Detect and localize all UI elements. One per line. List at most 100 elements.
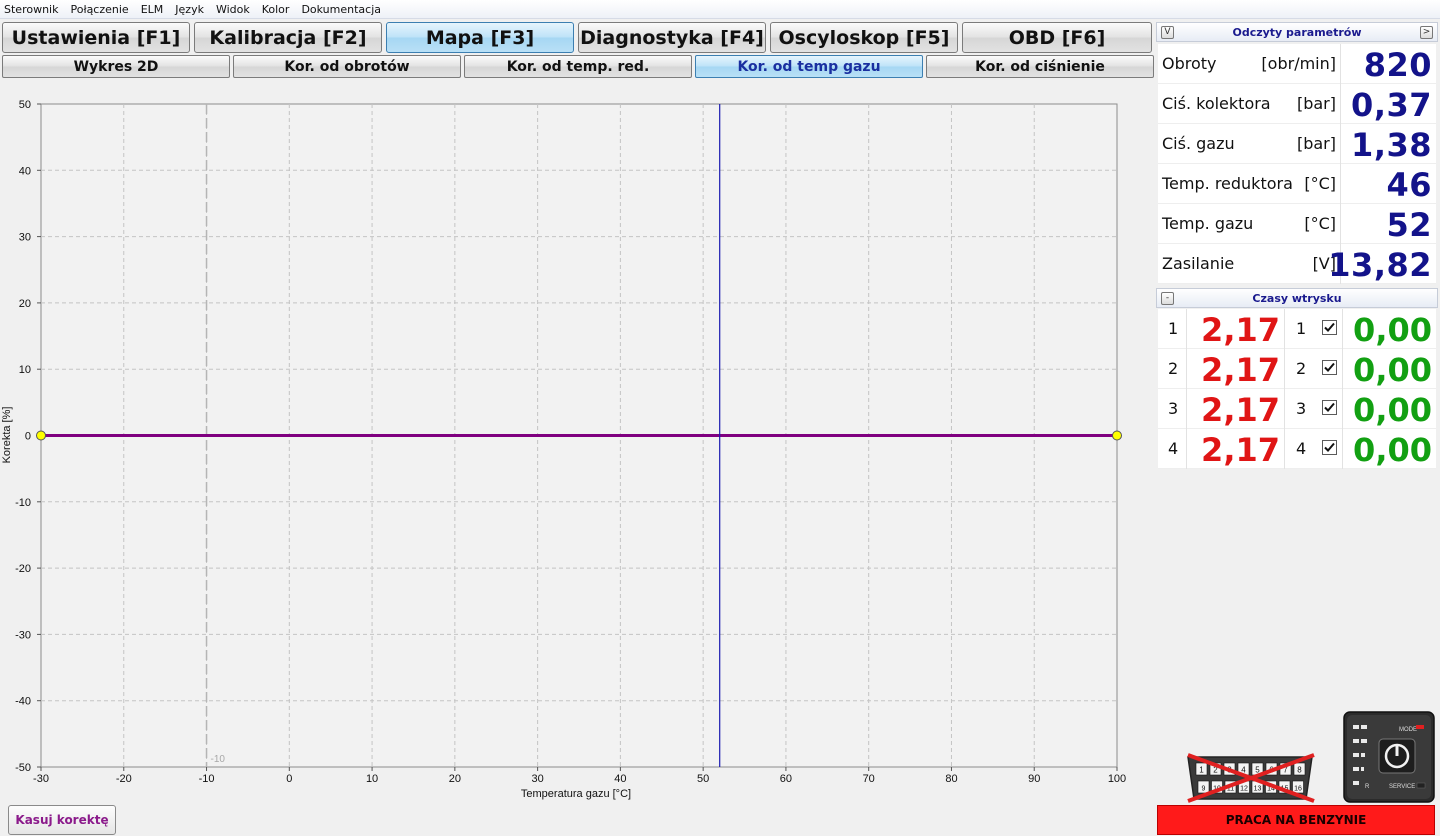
param-unit: [obr/min] (1261, 54, 1336, 73)
param-name: Ciś. kolektora (1162, 94, 1271, 113)
y-tick-label: 0 (25, 431, 31, 443)
x-tick-label: 20 (449, 773, 461, 785)
param-row-temp-gazu: Temp. gazu [°C] 52 (1158, 204, 1436, 244)
tab-ustawienia[interactable]: Ustawienia [F1] (2, 22, 190, 53)
injection-collapse-button[interactable]: - (1161, 292, 1174, 305)
param-row-cis-kolektora: Ciś. kolektora [bar] 0,37 (1158, 84, 1436, 124)
x-tick-label: 60 (780, 773, 792, 785)
x-tick-label: 0 (286, 773, 292, 785)
correction-point[interactable] (1112, 430, 1122, 441)
menu-sterownik[interactable]: Sterownik (4, 3, 58, 16)
x-tick-label: 10 (366, 773, 378, 785)
controller-device-icon: MODE R SERVICE (1343, 711, 1435, 803)
obd-pin-label: 12 (1240, 786, 1248, 793)
injection-row-3: 3 2,17 3 0,00 (1158, 389, 1436, 429)
y-axis-label: Korekta [%] (1, 407, 13, 464)
cylinder-number: 1 (1168, 319, 1179, 338)
param-row-temp-reduktora: Temp. reduktora [°C] 46 (1158, 164, 1436, 204)
tab-obd[interactable]: OBD [F6] (962, 22, 1152, 53)
tab-diagnostyka[interactable]: Diagnostyka [F4] (578, 22, 766, 53)
petrol-injection-time: 2,17 (1201, 311, 1280, 349)
menu-dokumentacja[interactable]: Dokumentacja (301, 3, 381, 16)
param-row-cis-gazu: Ciś. gazu [bar] 1,38 (1158, 124, 1436, 164)
x-tick-label: 70 (863, 773, 875, 785)
subtab-kor-od-cisnienie[interactable]: Kor. od ciśnienie (926, 55, 1154, 78)
tab-oscyloskop[interactable]: Oscyloskop [F5] (770, 22, 958, 53)
tab-kalibracja[interactable]: Kalibracja [F2] (194, 22, 382, 53)
y-tick-label: 30 (19, 232, 31, 244)
param-name: Temp. reduktora (1162, 174, 1293, 193)
subtab-kor-od-temp-red[interactable]: Kor. od temp. red. (464, 55, 692, 78)
params-next-button[interactable]: > (1420, 26, 1433, 39)
param-value: 0,37 (1351, 86, 1432, 124)
y-tick-label: -10 (15, 497, 31, 509)
y-tick-label: 20 (19, 298, 31, 310)
tab-mapa[interactable]: Mapa [F3] (386, 22, 574, 53)
x-tick-label: 50 (697, 773, 709, 785)
y-tick-label: -50 (15, 762, 31, 774)
gas-cylinder-number: 3 (1296, 399, 1307, 418)
obd-pin-label: 1 (1199, 766, 1204, 775)
cylinder-number: 4 (1168, 439, 1179, 458)
menu-bar: Sterownik Połączenie ELM Język Widok Kol… (0, 0, 1440, 19)
injection-row-2: 2 2,17 2 0,00 (1158, 349, 1436, 389)
param-unit: [bar] (1296, 134, 1336, 153)
status-bar: PRACA NA BENZYNIE (1157, 805, 1435, 835)
param-name: Ciś. gazu (1162, 134, 1235, 153)
x-tick-label: -30 (33, 773, 49, 785)
cylinder-number: 3 (1168, 399, 1179, 418)
menu-elm[interactable]: ELM (141, 3, 164, 16)
petrol-injection-time: 2,17 (1201, 391, 1280, 429)
x-tick-label: 30 (531, 773, 543, 785)
petrol-injection-time: 2,17 (1201, 351, 1280, 389)
y-tick-label: -20 (15, 563, 31, 575)
cylinder-enable-checkbox[interactable] (1322, 440, 1337, 455)
param-name: Temp. gazu (1162, 214, 1254, 233)
injection-panel-title: Czasy wtrysku (1252, 291, 1342, 305)
cylinder-enable-checkbox[interactable] (1322, 320, 1337, 335)
subtab-wykres-2d[interactable]: Wykres 2D (2, 55, 230, 78)
obd-pin-label: 16 (1294, 786, 1302, 793)
gas-injection-time: 0,00 (1353, 431, 1432, 469)
device-r-label: R (1365, 784, 1370, 790)
subtab-kor-od-temp-gazu[interactable]: Kor. od temp gazu (695, 55, 923, 78)
menu-kolor[interactable]: Kolor (262, 3, 290, 16)
device-service-label: SERVICE (1389, 784, 1415, 790)
y-tick-label: 10 (19, 364, 31, 376)
reference-line-label: -10 (211, 754, 226, 765)
x-tick-label: 100 (1108, 773, 1126, 785)
x-tick-label: -10 (199, 773, 215, 785)
correction-chart[interactable]: -10 -30 -20 -10 0 10 20 30 40 50 60 70 80 90 10050403… (0, 82, 1150, 802)
y-tick-label: 50 (19, 99, 31, 111)
gas-cylinder-number: 1 (1296, 319, 1307, 338)
x-tick-label: 90 (1028, 773, 1040, 785)
x-tick-label: -20 (116, 773, 132, 785)
cylinder-enable-checkbox[interactable] (1322, 400, 1337, 415)
param-row-zasilanie: Zasilanie [V] 13,82 (1158, 244, 1436, 284)
params-collapse-button[interactable]: V (1161, 26, 1174, 39)
right-panel: V Odczyty parametrów > Obroty [obr/min] … (1156, 22, 1438, 804)
y-tick-label: 40 (19, 165, 31, 177)
y-tick-label: -40 (15, 696, 31, 708)
param-name: Zasilanie (1162, 254, 1235, 273)
menu-jezyk[interactable]: Język (175, 3, 204, 16)
correction-point[interactable] (36, 430, 46, 441)
reset-correction-button[interactable]: Kasuj korektę (8, 805, 116, 835)
gas-cylinder-number: 2 (1296, 359, 1307, 378)
obd-pin-label: 9 (1202, 786, 1206, 793)
params-panel-header: V Odczyty parametrów > (1156, 22, 1438, 42)
menu-widok[interactable]: Widok (216, 3, 250, 16)
gas-injection-time: 0,00 (1353, 391, 1432, 429)
menu-polaczenie[interactable]: Połączenie (70, 3, 128, 16)
param-value: 13,82 (1328, 246, 1432, 284)
gas-injection-time: 0,00 (1353, 351, 1432, 389)
subtab-kor-od-obrotow[interactable]: Kor. od obrotów (233, 55, 461, 78)
param-row-obroty: Obroty [obr/min] 820 (1158, 44, 1436, 84)
petrol-injection-time: 2,17 (1201, 431, 1280, 469)
obd-disconnected-icon: 12345678 910111213141516 (1187, 753, 1315, 803)
obd-pin-label: 8 (1297, 766, 1302, 775)
device-mode-label: MODE (1399, 727, 1417, 733)
x-axis-label: Temperatura gazu [°C] (521, 788, 631, 800)
injection-row-4: 4 2,17 4 0,00 (1158, 429, 1436, 469)
cylinder-enable-checkbox[interactable] (1322, 360, 1337, 375)
